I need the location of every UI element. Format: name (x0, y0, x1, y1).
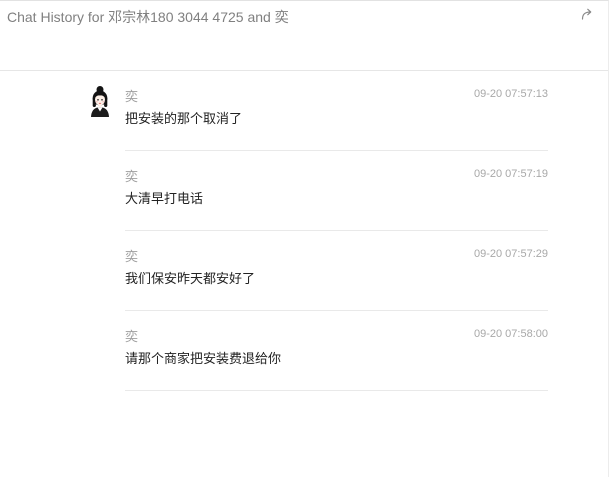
avatar[interactable] (88, 85, 112, 117)
message-timestamp: 09-20 07:57:13 (473, 88, 548, 100)
chat-history-window: Chat History for 邓宗林180 3044 4725 and 奕 (0, 0, 609, 477)
message-list[interactable]: 奕 09-20 07:57:13 把安装的那个取消了 奕 09-20 07:57… (0, 71, 608, 477)
message-item: 奕 09-20 07:57:19 大清早打电话 (125, 151, 548, 231)
sender-name: 奕 (125, 249, 139, 264)
message-text: 把安装的那个取消了 (125, 111, 243, 126)
sender-name: 奕 (125, 89, 139, 104)
header: Chat History for 邓宗林180 3044 4725 and 奕 (0, 1, 608, 71)
window-title: Chat History for 邓宗林180 3044 4725 and 奕 (7, 9, 289, 25)
message-item: 奕 09-20 07:58:00 请那个商家把安装费退给你 (125, 311, 548, 391)
message-item: 奕 09-20 07:57:29 我们保安昨天都安好了 (125, 231, 548, 311)
message-text: 我们保安昨天都安好了 (125, 271, 256, 286)
message-timestamp: 09-20 07:57:29 (473, 248, 548, 260)
message-text: 大清早打电话 (125, 191, 204, 206)
message-text: 请那个商家把安装费退给你 (125, 351, 282, 366)
message-item: 奕 09-20 07:57:13 把安装的那个取消了 (125, 71, 548, 151)
sender-name: 奕 (125, 169, 139, 184)
message-timestamp: 09-20 07:58:00 (473, 328, 548, 340)
message-timestamp: 09-20 07:57:19 (473, 168, 548, 180)
sender-name: 奕 (125, 329, 139, 344)
share-icon[interactable] (580, 7, 594, 21)
